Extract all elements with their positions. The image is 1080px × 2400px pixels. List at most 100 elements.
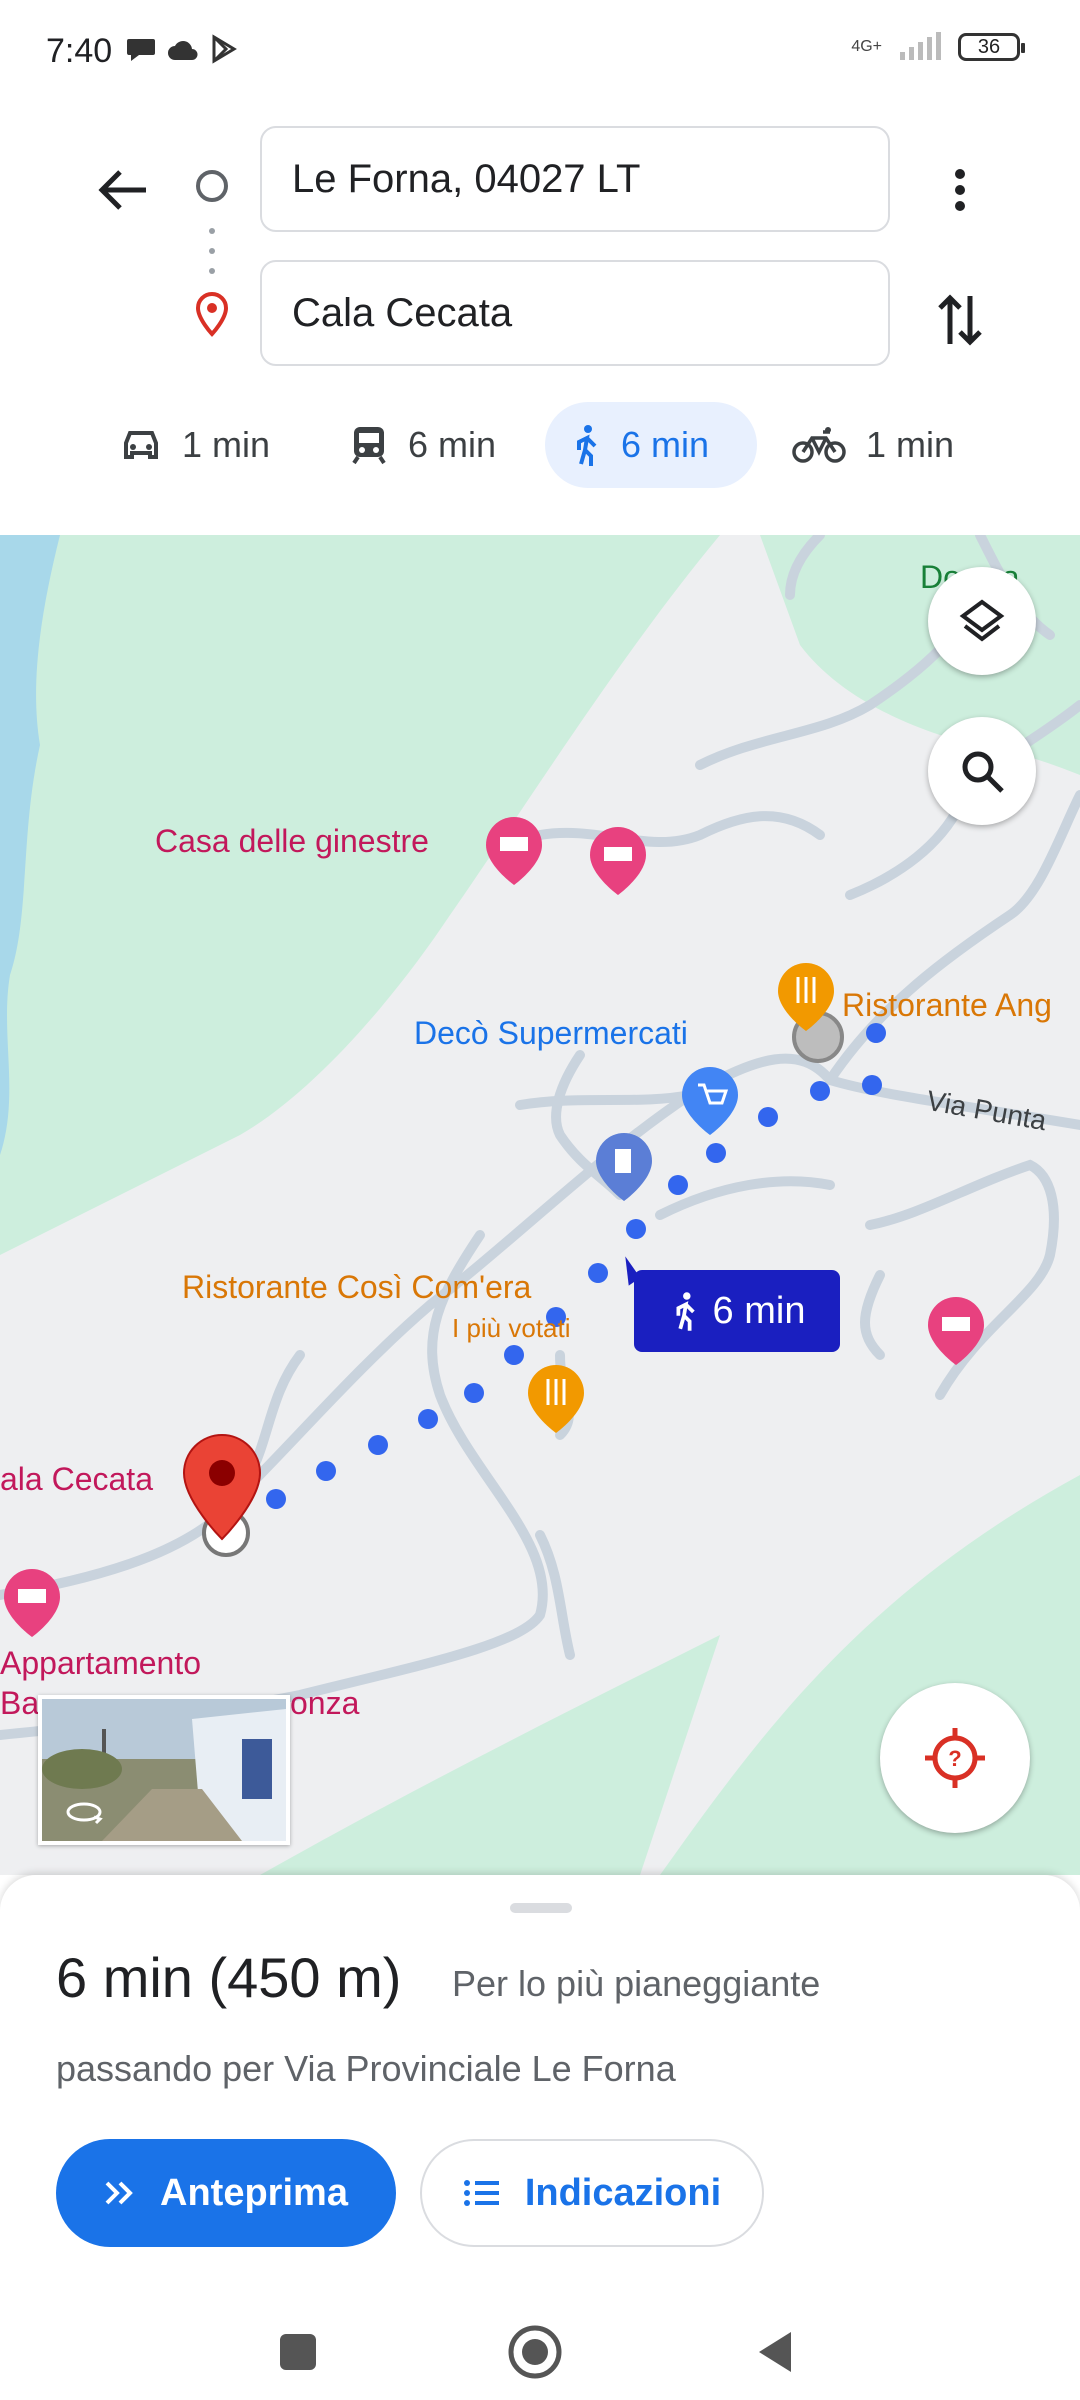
chat-bubble-icon: [127, 39, 155, 61]
destination-field[interactable]: Cala Cecata: [260, 260, 890, 366]
mode-car-label: 1 min: [182, 424, 271, 465]
mode-transit-tab[interactable]: 6 min: [326, 402, 520, 488]
origin-field[interactable]: Le Forna, 04027 LT: [260, 126, 890, 232]
route-dot: [504, 1345, 524, 1365]
square-icon: [280, 2334, 316, 2370]
map-label-piu-votati: I più votati: [452, 1313, 571, 1343]
mode-bike-tab[interactable]: 1 min: [768, 402, 978, 488]
gas-station-marker: [596, 1133, 652, 1201]
route-dot: [866, 1023, 886, 1043]
system-nav-bar: [0, 2295, 1080, 2400]
hotel-marker-appartamento: [4, 1569, 60, 1637]
route-via: passando per Via Provinciale Le Forna: [56, 2048, 676, 2089]
network-type: 4G+: [851, 38, 882, 55]
supermarket-marker: [682, 1067, 738, 1135]
route-dot: [316, 1461, 336, 1481]
back-nav-button[interactable]: [740, 2317, 810, 2387]
walk-icon: [577, 425, 597, 466]
hotel-marker-3: [928, 1297, 984, 1365]
hotel-marker-2: [590, 827, 646, 895]
map-label-ristorante-ang[interactable]: Ristorante Ang: [842, 987, 1052, 1024]
swap-vert-icon: [938, 294, 982, 346]
route-time-bubble[interactable]: 6 min: [634, 1270, 840, 1352]
route-dot: [706, 1143, 726, 1163]
directions-panel: Le Forna, 04027 LT Cala Cecata 1 min 6 m…: [0, 100, 1080, 535]
route-connector-dots: [209, 228, 215, 274]
layers-button[interactable]: [928, 567, 1036, 675]
mode-walk-label: 6 min: [621, 424, 710, 465]
route-dot: [626, 1219, 646, 1239]
route-dot: [588, 1263, 608, 1283]
my-location-button[interactable]: ?: [880, 1683, 1030, 1833]
walk-icon: [676, 1292, 695, 1331]
map-label-casa-ginestre[interactable]: Casa delle ginestre: [155, 823, 429, 860]
preview-label: Anteprima: [160, 2171, 348, 2214]
map-label-ba: Ba: [0, 1685, 40, 1721]
back-button[interactable]: [90, 158, 154, 222]
route-dot: [758, 1107, 778, 1127]
route-dot: [668, 1175, 688, 1195]
location-unknown-icon: ?: [925, 1728, 985, 1788]
search-icon: [962, 751, 1004, 793]
travel-modes: 1 min 6 min 6 min 1 min: [0, 402, 1080, 488]
triangle-back-icon: [759, 2332, 791, 2372]
map-view[interactable]: Do zza Casa delle ginestre Decò Supermer…: [0, 535, 1080, 1875]
search-button[interactable]: [928, 717, 1036, 825]
layers-icon: [959, 599, 1005, 642]
mode-walk-tab[interactable]: 6 min: [545, 402, 757, 488]
system-status: 4G+ 36: [851, 32, 1025, 62]
route-dot: [464, 1383, 484, 1403]
map-label-deco[interactable]: Decò Supermercati: [414, 1015, 688, 1052]
route-duration: 6 min (450 m): [56, 1946, 402, 2009]
svg-text:?: ?: [948, 1746, 961, 1771]
maps-directions-screen: 7:40 4G+ 36 Le Forna, 04027 LT Cala Ceca…: [0, 0, 1080, 2400]
origin-circle-icon: [196, 170, 228, 202]
arrow-back-icon: [98, 170, 146, 210]
destination-pin-icon: [195, 291, 229, 337]
cloud-icon: [168, 41, 198, 60]
play-store-icon: [212, 34, 237, 64]
train-icon: [352, 427, 386, 465]
mode-car-tab[interactable]: 1 min: [96, 402, 294, 488]
recents-button[interactable]: [263, 2317, 333, 2387]
bike-icon: [792, 427, 846, 463]
mode-bike-label: 1 min: [866, 424, 955, 465]
more-vert-icon: [955, 169, 965, 211]
park-area-bottom-left: [260, 1635, 720, 1875]
double-chevron-icon: [105, 2181, 133, 2205]
status-time: 7:40: [46, 32, 113, 70]
route-dot: [810, 1081, 830, 1101]
map-label-cala-cecata[interactable]: ala Cecata: [0, 1461, 153, 1498]
map-label-appartamento[interactable]: Appartamento: [0, 1645, 201, 1682]
home-button[interactable]: [500, 2317, 570, 2387]
home-circle-icon: [508, 2325, 562, 2379]
drag-handle[interactable]: [510, 1903, 572, 1913]
more-options-button[interactable]: [930, 150, 990, 230]
hotel-marker-casa: [486, 817, 542, 885]
car-icon: [124, 431, 158, 459]
route-summary-sheet[interactable]: 6 min (450 m) Per lo più pianeggiante pa…: [0, 1875, 1080, 2295]
preview-button[interactable]: Anteprima: [56, 2139, 396, 2247]
park-area-bottom-right: [660, 1475, 1080, 1875]
street-view-thumbnail[interactable]: [38, 1695, 290, 1845]
map-label-cosi-comera[interactable]: Ristorante Così Com'era: [182, 1269, 531, 1306]
directions-label: Indicazioni: [524, 2171, 722, 2214]
map-label-onza: onza: [290, 1685, 360, 1721]
mode-transit-label: 6 min: [408, 424, 497, 465]
route-dot: [266, 1489, 286, 1509]
destination-marker: [182, 1433, 262, 1541]
rotate-360-icon: [66, 1802, 103, 1825]
route-time-label: 6 min: [712, 1289, 806, 1332]
route-dot: [862, 1075, 882, 1095]
battery-icon: 36: [958, 33, 1025, 61]
swap-button[interactable]: [925, 280, 995, 360]
status-bar: 7:40 4G+ 36: [0, 0, 1080, 100]
route-terrain: Per lo più pianeggiante: [452, 1963, 821, 2004]
route-dot: [368, 1435, 388, 1455]
list-icon: [463, 2180, 499, 2206]
route-dot: [418, 1409, 438, 1429]
restaurant-marker-cosi: [528, 1365, 584, 1433]
directions-list-button[interactable]: Indicazioni: [420, 2139, 764, 2247]
notification-icons: [126, 34, 238, 64]
signal-icon: [900, 32, 941, 60]
